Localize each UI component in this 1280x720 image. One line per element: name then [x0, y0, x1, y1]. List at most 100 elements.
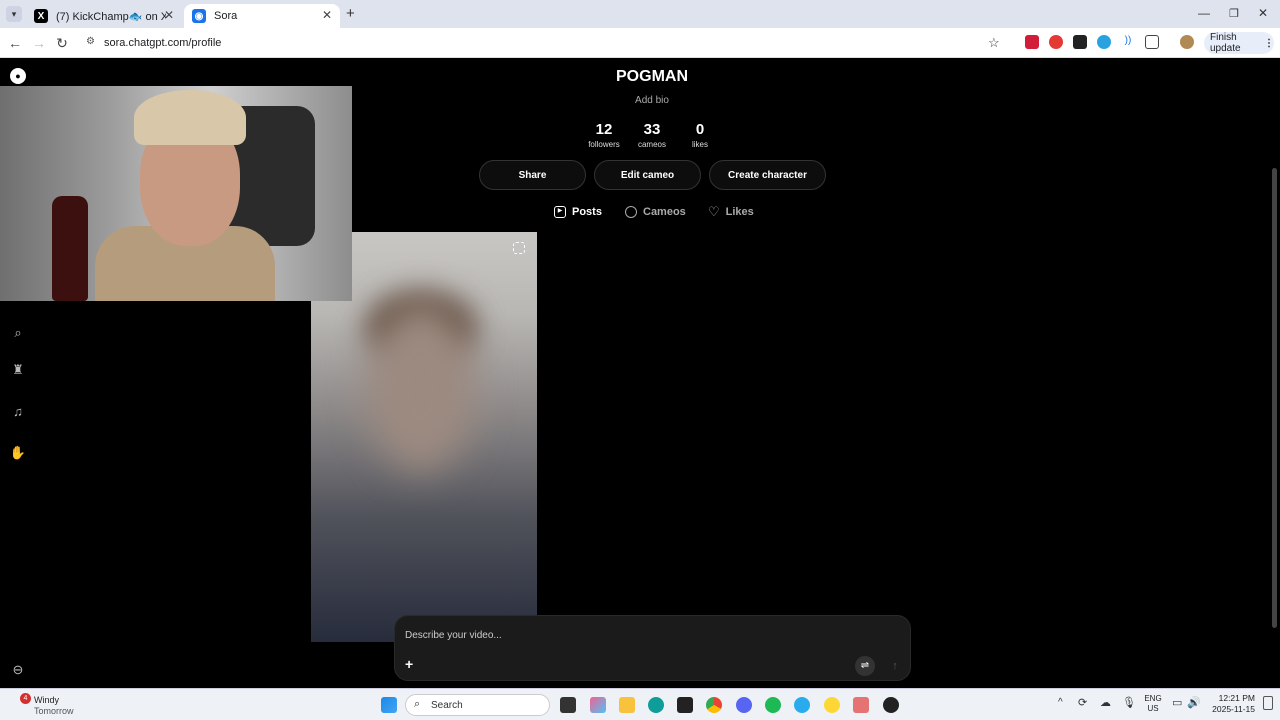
weather-title: Windy — [34, 695, 60, 705]
trophy-icon[interactable]: ♜ — [10, 362, 26, 378]
sync-icon[interactable]: ⟳ — [1078, 696, 1087, 709]
windows-start-icon[interactable] — [381, 697, 397, 713]
taskbar-search[interactable]: ⌕ Search — [405, 694, 550, 716]
windows-taskbar: 4 Windy Tomorrow ⌕ Search ^ ⟳ ☁ 🎙 ENG US… — [0, 688, 1280, 720]
stat-cameos[interactable]: 33 cameos — [627, 121, 677, 149]
settings-more-icon[interactable]: ⊖ — [10, 662, 26, 678]
address-bar[interactable]: ⚙ sora.chatgpt.com/profile ☆ — [80, 32, 1010, 54]
tray-chevron-icon[interactable]: ^ — [1058, 697, 1063, 708]
browser-tab-bar: ▾ X (7) KickChamp🐟 on X: "Shnag ✕ ◉ Sora… — [0, 0, 1280, 28]
stat-value: 12 — [595, 121, 613, 138]
tab-title: (7) KickChamp🐟 on X: "Shnag — [56, 10, 166, 23]
browser-toolbar: ← → ↻ ⚙ sora.chatgpt.com/profile ☆ )) Fi… — [0, 28, 1280, 58]
chrome-icon[interactable] — [706, 697, 722, 713]
settings-sliders-icon[interactable]: ⇌ — [855, 656, 875, 676]
finish-update-label: Finish update — [1210, 32, 1241, 54]
new-tab-button[interactable]: + — [346, 5, 355, 22]
prompt-composer: Describe your video... + ⇌ ↑ — [394, 615, 911, 681]
extension-record-icon[interactable] — [1049, 35, 1063, 49]
send-arrow-icon[interactable]: ↑ — [885, 656, 905, 676]
network-icon[interactable]: ▭ — [1172, 696, 1182, 709]
tab-posts-label: Posts — [572, 206, 602, 218]
cameos-icon — [625, 206, 637, 218]
copilot-icon[interactable] — [590, 697, 606, 713]
notifications-bell-icon[interactable]: ♫ — [10, 403, 26, 419]
more-menu-icon[interactable]: ⋮ — [1264, 38, 1274, 49]
x-logo-icon: X — [34, 9, 48, 23]
stat-label: followers — [588, 140, 620, 149]
app-yellow-icon[interactable] — [824, 697, 840, 713]
extension-audio-icon[interactable]: )) — [1121, 35, 1135, 49]
weather-badge: 4 — [20, 693, 31, 704]
stat-label: cameos — [637, 140, 666, 149]
microphone-icon[interactable]: 🎙 — [1122, 696, 1136, 709]
tab-posts[interactable]: ▶ Posts — [554, 204, 602, 220]
share-button[interactable]: Share — [479, 160, 586, 190]
finish-update-button[interactable]: Finish update ⋮ — [1204, 32, 1274, 54]
tab-title: Sora — [214, 10, 238, 22]
tab-cameos[interactable]: Cameos — [625, 204, 686, 220]
stat-value: 33 — [643, 121, 661, 138]
file-explorer-icon[interactable] — [619, 697, 635, 713]
page-scrollbar[interactable] — [1272, 168, 1277, 628]
site-info-icon[interactable]: ⚙ — [86, 36, 95, 47]
cap-shape — [134, 90, 246, 145]
profile-username: POGMAN — [616, 68, 688, 85]
sora-logo-icon[interactable]: ● — [10, 68, 26, 84]
tab-x-post[interactable]: X (7) KickChamp🐟 on X: "Shnag ✕ — [26, 4, 182, 28]
close-icon[interactable]: ✕ — [322, 8, 332, 22]
tab-list-dropdown[interactable]: ▾ — [6, 6, 22, 22]
edit-cameo-button[interactable]: Edit cameo — [594, 160, 701, 190]
close-icon[interactable]: ✕ — [164, 8, 174, 22]
close-window-icon[interactable]: ✕ — [1258, 6, 1268, 20]
discord-icon[interactable] — [736, 697, 752, 713]
back-icon[interactable]: ← — [6, 34, 24, 52]
forward-icon[interactable]: → — [30, 34, 48, 52]
date-label: 2025-11-15 — [1212, 704, 1255, 714]
stat-followers[interactable]: 12 followers — [579, 121, 629, 149]
search-icon[interactable]: ⌕ — [10, 325, 26, 341]
extensions-puzzle-icon[interactable] — [1145, 35, 1159, 49]
tab-sora[interactable]: ◉ Sora ✕ — [184, 4, 340, 28]
snipping-tool-icon[interactable] — [853, 697, 869, 713]
tab-likes-label: Likes — [725, 206, 754, 218]
search-icon: ⌕ — [414, 698, 421, 710]
spotify-icon[interactable] — [765, 697, 781, 713]
cloud-off-icon[interactable]: ☁ — [1100, 696, 1111, 709]
stat-label: likes — [691, 140, 708, 149]
minimize-icon[interactable]: — — [1198, 6, 1210, 20]
add-bio-link[interactable]: Add bio — [552, 95, 752, 106]
heart-icon: ♡ — [708, 204, 720, 219]
sticky-notes-icon[interactable] — [677, 697, 693, 713]
language-indicator[interactable]: ENG US — [1142, 694, 1164, 714]
volume-icon[interactable]: 🔊 — [1187, 696, 1201, 709]
prompt-input[interactable]: Describe your video... — [405, 630, 502, 641]
notifications-icon[interactable] — [1263, 696, 1273, 710]
url-text: sora.chatgpt.com/profile — [104, 37, 222, 49]
region-label: US — [1147, 704, 1159, 713]
tab-likes[interactable]: ♡ Likes — [708, 204, 754, 220]
taskbar-search-label: Search — [431, 700, 463, 711]
stat-value: 0 — [695, 121, 705, 138]
clock[interactable]: 12:21 PM 2025-11-15 — [1205, 693, 1255, 715]
stat-likes[interactable]: 0 likes — [675, 121, 725, 149]
profile-avatar[interactable] — [1180, 35, 1194, 49]
reload-icon[interactable]: ↻ — [53, 34, 71, 52]
extension-red-icon[interactable] — [1025, 35, 1039, 49]
webcam-overlay — [0, 86, 352, 301]
maximize-icon[interactable]: ❐ — [1229, 7, 1239, 20]
obs-icon[interactable] — [883, 697, 899, 713]
telegram-icon[interactable] — [794, 697, 810, 713]
add-attachment-button[interactable]: + — [405, 656, 413, 672]
sora-icon: ◉ — [192, 9, 206, 23]
cameo-badge-icon — [513, 242, 525, 254]
weather-widget[interactable]: 4 Windy Tomorrow — [12, 693, 92, 717]
edge-icon[interactable] — [648, 697, 664, 713]
blurred-face — [366, 302, 476, 472]
profile-avatar-icon[interactable]: ✋ — [10, 445, 26, 461]
task-view-icon[interactable] — [560, 697, 576, 713]
extension-dark-icon[interactable] — [1073, 35, 1087, 49]
bookmark-star-icon[interactable]: ☆ — [988, 35, 1000, 51]
extension-blue-icon[interactable] — [1097, 35, 1111, 49]
create-character-button[interactable]: Create character — [709, 160, 826, 190]
